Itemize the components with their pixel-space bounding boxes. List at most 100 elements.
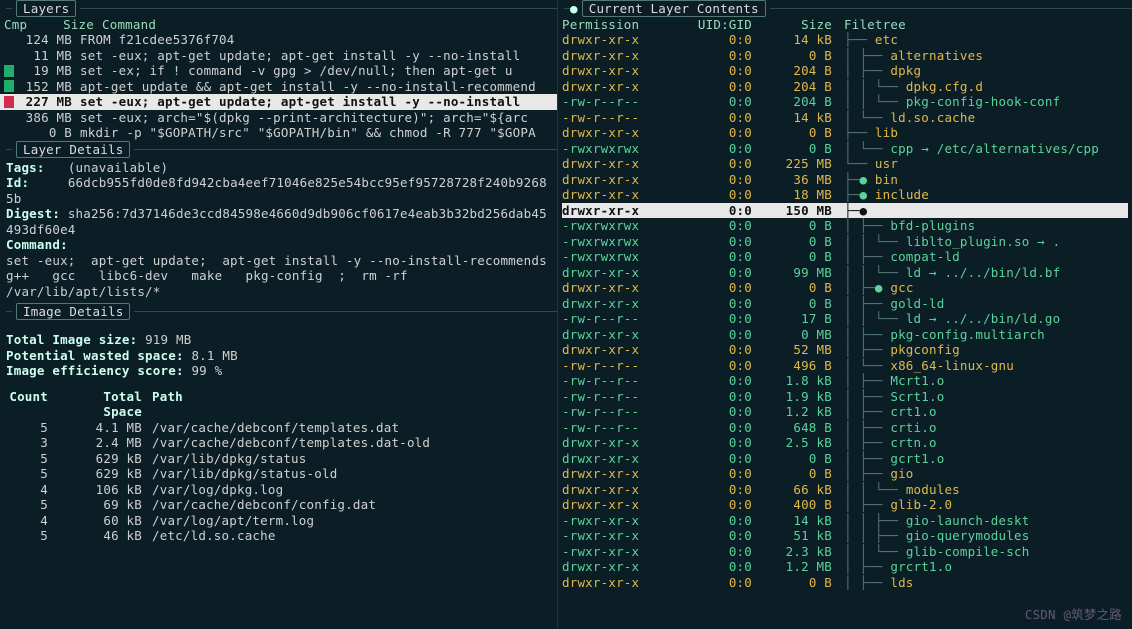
- tree-permission: drwxr-xr-x: [562, 482, 668, 497]
- tree-size: 204 B: [762, 63, 844, 78]
- efficiency-label: Image efficiency score:: [6, 363, 184, 378]
- tree-uidgid: 0:0: [668, 389, 762, 404]
- tree-row[interactable]: drwxr-xr-x0:00 B │ ├── gcrt1.o: [562, 451, 1128, 467]
- tree-row[interactable]: -rwxr-xr-x0:02.3 kB │ │ └── glib-compile…: [562, 544, 1128, 560]
- tree-row[interactable]: drwxr-xr-x0:036 MB ├─● bin: [562, 172, 1128, 188]
- tree-uidgid: 0:0: [668, 265, 762, 280]
- layers-header: Layers: [0, 0, 557, 17]
- tree-row[interactable]: -rw-r--r--0:014 kB│ └── ld.so.cache: [562, 110, 1128, 126]
- tree-row[interactable]: drwxr-xr-x0:00 B │ ├── lds: [562, 575, 1128, 591]
- waste-path: /var/cache/debconf/config.dat: [152, 497, 551, 513]
- tree-row[interactable]: -rw-r--r--0:01.8 kB │ ├── Mcrt1.o: [562, 373, 1128, 389]
- tree-size: 18 MB: [762, 187, 844, 202]
- waste-row: 4106 kB/var/log/dpkg.log: [6, 482, 551, 498]
- tree-uidgid: 0:0: [668, 528, 762, 543]
- waste-count: 3: [6, 435, 58, 451]
- tree-permission: -rw-r--r--: [562, 404, 668, 419]
- tree-row[interactable]: -rw-r--r--0:01.2 kB │ ├── crt1.o: [562, 404, 1128, 420]
- tree-row[interactable]: drwxr-xr-x0:0400 B │ ├── glib-2.0: [562, 497, 1128, 513]
- tree-row[interactable]: drwxr-xr-x0:00 B │ ├─● gcc: [562, 280, 1128, 296]
- tree-uidgid: 0:0: [668, 203, 762, 218]
- tree-name: │ │ └── pkg-config-hook-conf: [844, 94, 1124, 109]
- tree-row[interactable]: -rwxrwxrwx0:00 B │ ├── compat-ld: [562, 249, 1128, 265]
- tree-row[interactable]: -rwxrwxrwx0:00 B │ ├── bfd-plugins: [562, 218, 1128, 234]
- tree-permission: drwxr-xr-x: [562, 435, 668, 450]
- tree-row[interactable]: -rw-r--r--0:01.9 kB │ ├── Scrt1.o: [562, 389, 1128, 405]
- tree-size: 400 B: [762, 497, 844, 512]
- tree-row[interactable]: drwxr-xr-x0:0150 MB ├─● lib: [562, 203, 1128, 219]
- cmp-indicator-icon: [0, 80, 18, 92]
- tree-row[interactable]: drwxr-xr-x0:066 kB │ │ └── modules: [562, 482, 1128, 498]
- col-path: Path: [152, 389, 551, 420]
- tree-row[interactable]: -rwxrwxrwx0:00 B│ └── cpp → /etc/alterna…: [562, 141, 1128, 157]
- waste-count: 5: [6, 497, 58, 513]
- col-permission: Permission: [562, 17, 668, 32]
- tree-size: 1.9 kB: [762, 389, 844, 404]
- tree-size: 225 MB: [762, 156, 844, 171]
- tree-name: │ ├── crtn.o: [844, 435, 1124, 450]
- layer-row[interactable]: 124 MBFROM f21cdee5376f704: [0, 32, 557, 48]
- tree-row[interactable]: -rwxr-xr-x0:051 kB │ │ ├── gio-querymodu…: [562, 528, 1128, 544]
- tree-row[interactable]: -rwxr-xr-x0:014 kB │ │ ├── gio-launch-de…: [562, 513, 1128, 529]
- layer-row[interactable]: 227 MBset -eux; apt-get update; apt-get …: [0, 94, 557, 110]
- tree-uidgid: 0:0: [668, 94, 762, 109]
- layers-list[interactable]: 124 MBFROM f21cdee5376f70411 MBset -eux;…: [0, 32, 557, 141]
- tree-size: 0 B: [762, 218, 844, 233]
- tree-row[interactable]: -rw-r--r--0:0204 B│ │ └── pkg-config-hoo…: [562, 94, 1128, 110]
- tree-permission: drwxr-xr-x: [562, 172, 668, 187]
- tree-list[interactable]: drwxr-xr-x0:014 kB├── etcdrwxr-xr-x0:00 …: [558, 32, 1132, 629]
- tree-row[interactable]: drwxr-xr-x0:02.5 kB │ ├── crtn.o: [562, 435, 1128, 451]
- tree-size: 0 B: [762, 234, 844, 249]
- layers-title: Layers: [16, 0, 76, 17]
- tree-row[interactable]: drwxr-xr-x0:052 MB │ ├── pkgconfig: [562, 342, 1128, 358]
- tree-name: │ └── ld.so.cache: [844, 110, 1124, 125]
- tree-row[interactable]: drwxr-xr-x0:0225 MB└── usr: [562, 156, 1128, 172]
- cmp-indicator-icon: [0, 65, 18, 77]
- tree-size: 14 kB: [762, 513, 844, 528]
- tree-row[interactable]: drwxr-xr-x0:014 kB├── etc: [562, 32, 1128, 48]
- tree-size: 36 MB: [762, 172, 844, 187]
- tree-permission: -rw-r--r--: [562, 94, 668, 109]
- tree-size: 0 B: [762, 125, 844, 140]
- tree-row[interactable]: drwxr-xr-x0:00 B│ ├── alternatives: [562, 48, 1128, 64]
- waste-size: 69 kB: [58, 497, 152, 513]
- tree-uidgid: 0:0: [668, 79, 762, 94]
- tree-uidgid: 0:0: [668, 466, 762, 481]
- layer-command: set -eux; arch="$(dpkg --print-architect…: [80, 110, 553, 125]
- layer-command: FROM f21cdee5376f704: [80, 32, 553, 47]
- tree-row[interactable]: drwxr-xr-x0:00 B │ ├── gold-ld: [562, 296, 1128, 312]
- tree-size: 0 B: [762, 280, 844, 295]
- tree-row[interactable]: -rw-r--r--0:0648 B │ ├── crti.o: [562, 420, 1128, 436]
- wasted-space-value: 8.1 MB: [191, 348, 237, 363]
- layer-row[interactable]: 386 MBset -eux; arch="$(dpkg --print-arc…: [0, 110, 557, 126]
- tree-permission: -rw-r--r--: [562, 311, 668, 326]
- tree-size: 66 kB: [762, 482, 844, 497]
- tree-row[interactable]: drwxr-xr-x0:01.2 MB │ ├── grcrt1.o: [562, 559, 1128, 575]
- layer-row[interactable]: 19 MBset -ex; if ! command -v gpg > /dev…: [0, 63, 557, 79]
- tree-row[interactable]: -rw-r--r--0:017 B │ │ └── ld → ../../bin…: [562, 311, 1128, 327]
- col-cmp: Cmp: [4, 17, 40, 32]
- layer-row[interactable]: 11 MBset -eux; apt-get update; apt-get i…: [0, 48, 557, 64]
- layer-row[interactable]: 0 Bmkdir -p "$GOPATH/src" "$GOPATH/bin" …: [0, 125, 557, 141]
- tree-row[interactable]: drwxr-xr-x0:099 MB │ │ └── ld → ../../bi…: [562, 265, 1128, 281]
- tree-uidgid: 0:0: [668, 544, 762, 559]
- tree-permission: drwxr-xr-x: [562, 280, 668, 295]
- tree-row[interactable]: drwxr-xr-x0:00 B├── lib: [562, 125, 1128, 141]
- tree-row[interactable]: drwxr-xr-x0:00 MB │ ├── pkg-config.multi…: [562, 327, 1128, 343]
- tree-row[interactable]: drwxr-xr-x0:0204 B│ ├── dpkg: [562, 63, 1128, 79]
- tree-size: 14 kB: [762, 110, 844, 125]
- tree-row[interactable]: -rwxrwxrwx0:00 B │ │ └── liblto_plugin.s…: [562, 234, 1128, 250]
- tree-row[interactable]: -rw-r--r--0:0496 B │ └── x86_64-linux-gn…: [562, 358, 1128, 374]
- tree-permission: drwxr-xr-x: [562, 79, 668, 94]
- tree-size: 0 B: [762, 451, 844, 466]
- layer-size: 11 MB: [18, 48, 80, 63]
- tree-uidgid: 0:0: [668, 420, 762, 435]
- layer-row[interactable]: 152 MBapt-get update && apt-get install …: [0, 79, 557, 95]
- tree-row[interactable]: drwxr-xr-x0:00 B │ ├── gio: [562, 466, 1128, 482]
- tree-row[interactable]: drwxr-xr-x0:018 MB ├─● include: [562, 187, 1128, 203]
- waste-row: 32.4 MB/var/cache/debconf/templates.dat-…: [6, 435, 551, 451]
- tree-size: 0 B: [762, 296, 844, 311]
- tree-name: │ │ └── glib-compile-sch: [844, 544, 1124, 559]
- tree-uidgid: 0:0: [668, 575, 762, 590]
- tree-row[interactable]: drwxr-xr-x0:0204 B│ │ └── dpkg.cfg.d: [562, 79, 1128, 95]
